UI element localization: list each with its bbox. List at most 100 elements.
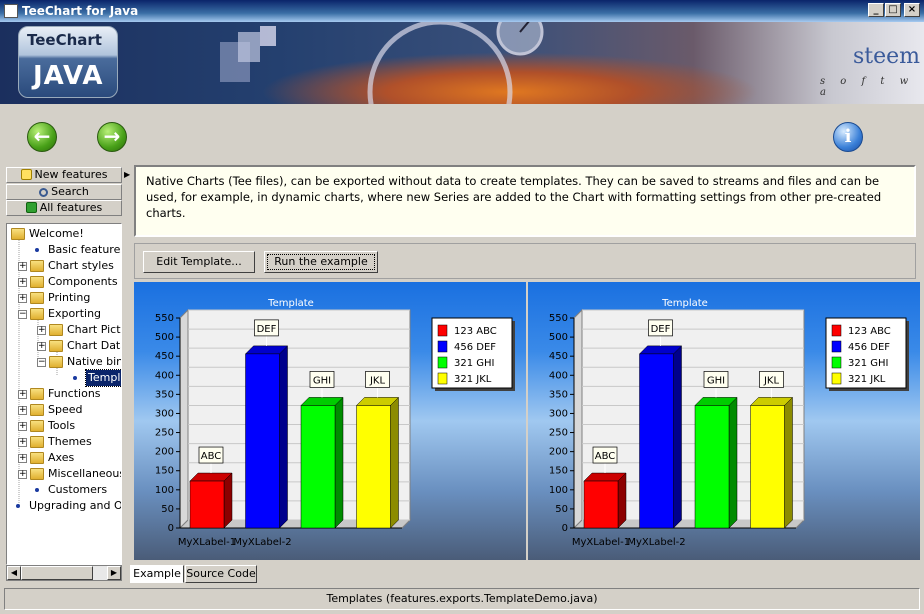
tree-item[interactable]: + Speed (7, 402, 121, 418)
tree-item[interactable]: − Exporting (7, 306, 121, 322)
data-label: DEF (651, 324, 671, 335)
expand-icon[interactable]: + (18, 470, 27, 479)
x-tick-label: MyXLabel-2 (233, 537, 291, 548)
example-toolbar: Edit Template... Run the example (134, 243, 916, 279)
expand-icon[interactable]: + (18, 262, 27, 271)
description-text: Native Charts (Tee files), can be export… (134, 165, 916, 237)
search-button[interactable]: Search (6, 184, 122, 200)
bar-side (728, 396, 738, 529)
bar-side (279, 345, 288, 529)
logo-text-teechart: TeeChart (27, 31, 102, 49)
bar-side (223, 472, 233, 529)
edit-template-button[interactable]: Edit Template... (143, 251, 255, 273)
tree-item-label: Axes (48, 451, 75, 464)
y-tick-label: 150 (549, 466, 568, 477)
search-label: Search (51, 185, 89, 198)
arrow-left-icon[interactable]: ← (27, 122, 57, 152)
tree-item[interactable]: + Chart Data (7, 338, 121, 354)
folder-icon (30, 468, 44, 480)
bar (356, 405, 391, 529)
y-tick-label: 300 (549, 408, 568, 419)
data-label: DEF (257, 324, 277, 335)
banner-artwork (220, 22, 544, 104)
new-features-label: New features (34, 168, 108, 181)
template-chart-right[interactable]: Template 0 50 100 150 200 250 300 350 400 450 500 55… (528, 282, 920, 560)
y-tick-label: 550 (549, 313, 568, 324)
splitter-arrow-icon[interactable]: ▶ (124, 170, 130, 180)
tree-item[interactable]: + Printing (7, 290, 121, 306)
expand-icon[interactable]: + (18, 278, 27, 287)
legend-entry: 321 GHI (848, 358, 888, 369)
expand-icon[interactable]: + (37, 326, 46, 335)
bar (694, 405, 730, 529)
info-icon[interactable]: i (833, 122, 863, 152)
expand-icon[interactable]: + (37, 342, 46, 351)
legend-swatch (831, 372, 842, 385)
tree-item[interactable]: + Tools (7, 418, 121, 434)
expand-icon[interactable]: + (18, 422, 27, 431)
tree-item[interactable]: − Native bina (7, 354, 121, 370)
legend-entry: 321 JKL (848, 374, 886, 385)
java-app-icon (4, 4, 18, 18)
tree-item[interactable]: Templ (7, 369, 121, 387)
scroll-thumb[interactable] (21, 566, 93, 580)
legend-swatch (831, 324, 842, 337)
tree-item-label: Themes (48, 435, 92, 448)
expand-icon[interactable]: + (18, 294, 27, 303)
tree-item-label: Components (48, 275, 118, 288)
tree-item[interactable]: + Miscellaneous (7, 466, 121, 482)
chart-side-wall (573, 308, 583, 530)
search-icon (39, 188, 49, 197)
expand-icon[interactable]: + (18, 406, 27, 415)
expand-icon[interactable]: + (18, 438, 27, 447)
tree-horizontal-scrollbar[interactable]: ◀ ▶ (6, 565, 122, 581)
legend-entry: 456 DEF (454, 342, 496, 353)
y-tick-label: 500 (155, 332, 174, 343)
tree-item[interactable]: + Components (7, 274, 121, 290)
template-chart-left[interactable]: Template 0 50 100 150 200 250 300 350 400 450 500 55… (134, 282, 526, 560)
tree-item[interactable]: Upgrading and Orc (7, 498, 121, 514)
y-tick-label: 200 (549, 447, 568, 458)
tree-item[interactable]: Welcome! (7, 226, 121, 242)
y-tick-label: 450 (155, 351, 174, 362)
expand-icon[interactable]: + (18, 454, 27, 463)
y-tick-label: 100 (155, 485, 174, 496)
minimize-button[interactable]: _ (868, 3, 884, 17)
tree-item[interactable]: Customers (7, 482, 121, 498)
scroll-right-icon[interactable]: ▶ (107, 566, 121, 580)
tree-item[interactable]: Basic features (7, 242, 121, 258)
tree-item[interactable]: + Axes (7, 450, 121, 466)
bullet-icon (35, 488, 39, 492)
features-tree[interactable]: Welcome! Basic features + Chart styles + Comp… (6, 223, 122, 565)
expand-icon[interactable]: + (18, 390, 27, 399)
data-label: JKL (763, 375, 780, 386)
all-features-button[interactable]: All features (6, 200, 122, 216)
tab-example[interactable]: Example (130, 565, 184, 583)
x-tick-label: MyXLabel-1 (178, 537, 236, 548)
tree-item[interactable]: + Functions (7, 386, 121, 402)
folder-icon (30, 404, 44, 416)
tab-source-code[interactable]: Source Code (185, 565, 257, 583)
tree-item[interactable]: + Chart styles (7, 258, 121, 274)
collapse-icon[interactable]: − (18, 310, 27, 319)
arrow-right-icon[interactable]: → (97, 122, 127, 152)
close-button[interactable]: × (904, 3, 920, 17)
folder-icon (30, 292, 44, 304)
y-tick-label: 100 (549, 485, 568, 496)
scroll-left-icon[interactable]: ◀ (7, 566, 21, 580)
bar (583, 480, 619, 529)
legend-entry: 123 ABC (454, 326, 497, 337)
header-banner: TeeChart JAVA steem s o f t w a (0, 22, 924, 104)
run-example-button[interactable]: Run the example (264, 251, 378, 273)
legend-swatch (437, 372, 448, 385)
collapse-icon[interactable]: − (37, 358, 46, 367)
y-tick-label: 250 (549, 428, 568, 439)
new-features-button[interactable]: New features (6, 167, 122, 183)
tree-item[interactable]: + Chart Pictu (7, 322, 121, 338)
y-tick-label: 400 (155, 370, 174, 381)
maximize-button[interactable]: □ (885, 3, 901, 17)
tree-item-label: Chart styles (48, 259, 114, 272)
tree-item[interactable]: + Themes (7, 434, 121, 450)
chart-svg-right: Template 0 50 100 150 200 250 300 350 400 450 500 55… (549, 298, 909, 548)
folder-icon (49, 324, 63, 336)
